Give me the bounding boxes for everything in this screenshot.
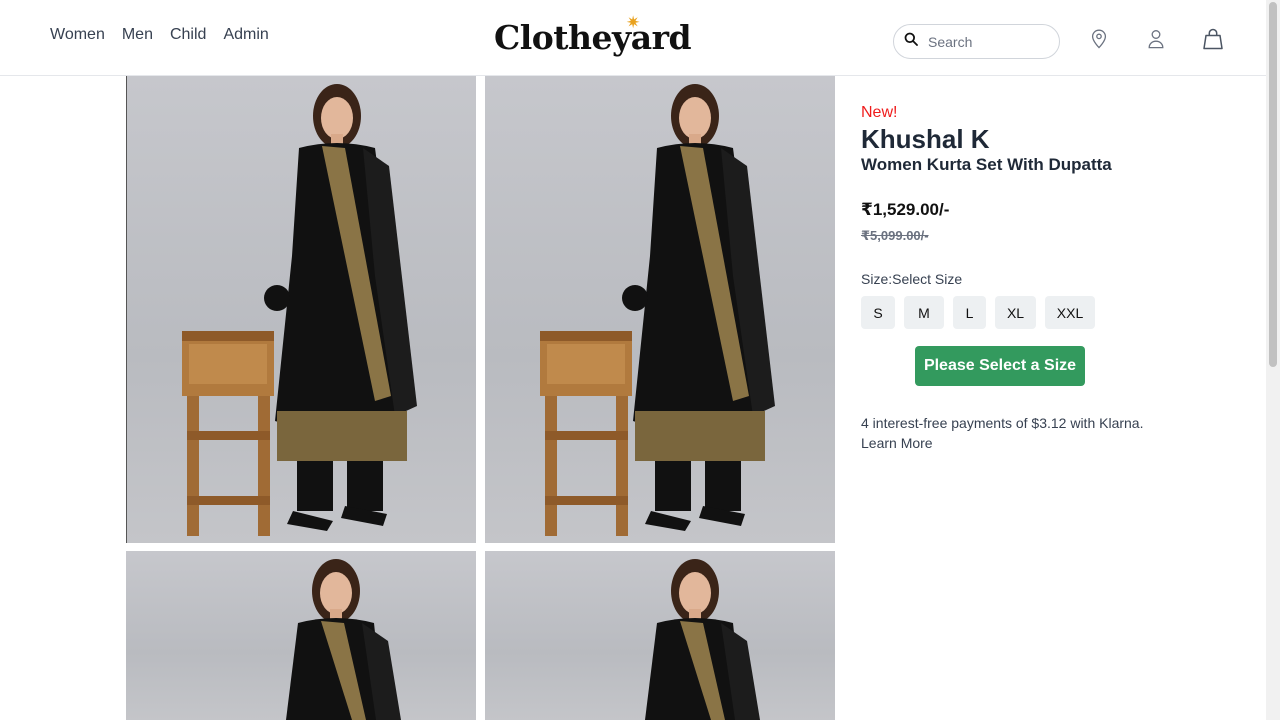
size-option-s[interactable]: S	[861, 296, 895, 329]
size-option-l[interactable]: L	[953, 296, 986, 329]
new-badge: New!	[861, 104, 898, 121]
size-option-m[interactable]: M	[904, 296, 944, 329]
size-label: Size:Select Size	[861, 271, 963, 287]
site-header: Women Men Child Admin Clotheyard ✷	[0, 0, 1266, 76]
product-image-1[interactable]	[126, 76, 476, 543]
user-icon[interactable]	[1144, 27, 1168, 51]
scrollbar-thumb[interactable]	[1269, 2, 1277, 367]
nav-link-men[interactable]: Men	[122, 26, 153, 44]
size-option-xl[interactable]: XL	[995, 296, 1036, 329]
side-table-illustration	[540, 331, 632, 536]
product-price: ₹1,529.00/-	[861, 200, 950, 219]
product-image-2[interactable]	[485, 76, 835, 543]
klarna-info: 4 interest-free payments of $3.12 with K…	[861, 413, 1161, 453]
klarna-text: 4 interest-free payments of $3.12 with K…	[861, 415, 1144, 431]
product-image-4[interactable]	[485, 551, 835, 720]
size-selector: S M L XL XXL	[861, 296, 1095, 329]
site-logo[interactable]: Clotheyard ✷	[494, 13, 692, 64]
model-illustration	[622, 84, 775, 531]
product-title: Women Kurta Set With Dupatta	[861, 155, 1112, 174]
search-box[interactable]	[893, 24, 1060, 59]
search-input[interactable]	[928, 33, 1038, 50]
product-original-price: ₹5,099.00/-	[861, 228, 929, 243]
shopping-bag-icon[interactable]	[1201, 27, 1225, 51]
nav-link-women[interactable]: Women	[50, 26, 105, 44]
learn-more-link[interactable]: Learn More	[861, 435, 933, 451]
main-nav: Women Men Child Admin	[50, 26, 269, 44]
size-option-xxl[interactable]: XXL	[1045, 296, 1095, 329]
product-brand: Khushal K	[861, 124, 990, 154]
logo-text: Clotheyard	[494, 18, 692, 57]
nav-link-admin[interactable]: Admin	[223, 26, 268, 44]
product-image-3[interactable]	[126, 551, 476, 720]
model-illustration	[286, 559, 401, 720]
search-icon	[904, 32, 918, 51]
page-scrollbar[interactable]	[1266, 0, 1280, 720]
logo-star-icon: ✷	[626, 13, 641, 32]
select-size-button[interactable]: Please Select a Size	[915, 346, 1085, 386]
model-illustration	[645, 559, 760, 720]
map-pin-icon[interactable]	[1087, 27, 1111, 51]
side-table-illustration	[182, 331, 274, 536]
nav-link-child[interactable]: Child	[170, 26, 206, 44]
model-illustration	[264, 84, 417, 531]
